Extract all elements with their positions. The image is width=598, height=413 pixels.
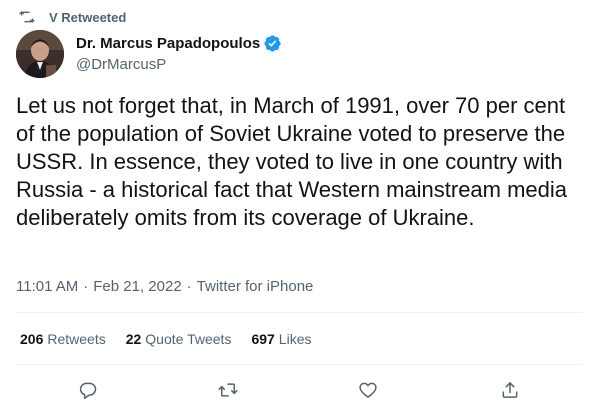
tweet-source[interactable]: Twitter for iPhone (197, 278, 314, 295)
author-display-name[interactable]: Dr. Marcus Papadopoulos (76, 35, 260, 52)
likes-label: Likes (278, 331, 312, 347)
share-icon (502, 382, 518, 398)
meta-separator: · (186, 278, 192, 295)
avatar[interactable] (16, 30, 64, 78)
meta-separator: · (83, 278, 89, 295)
retweet-button[interactable] (211, 375, 245, 405)
reply-button[interactable] (71, 375, 105, 405)
tweet-actions (0, 375, 598, 407)
retweet-banner[interactable]: V Retweeted (19, 8, 126, 26)
verified-badge-icon (264, 35, 281, 52)
tweet-text: Let us not forget that, in March of 1991… (16, 93, 568, 230)
heart-icon (359, 382, 377, 398)
retweets-stat[interactable]: 206 Retweets (20, 331, 106, 347)
author-handle[interactable]: @DrMarcusP (76, 56, 282, 73)
retweet-icon (218, 383, 238, 397)
likes-count: 697 (251, 331, 275, 347)
retweets-label: Retweets (47, 331, 106, 347)
divider (16, 312, 582, 313)
divider (16, 364, 582, 365)
tweet-stats: 206 Retweets 22 Quote Tweets 697 Likes (20, 331, 331, 347)
like-button[interactable] (351, 375, 385, 405)
retweet-icon (19, 11, 35, 23)
reply-icon (79, 382, 97, 400)
share-button[interactable] (493, 375, 527, 405)
quote-tweets-label: Quote Tweets (145, 331, 232, 347)
avatar-image (16, 30, 64, 78)
tweet-time[interactable]: 11:01 AM (16, 278, 78, 295)
tweet-author: Dr. Marcus Papadopoulos @DrMarcusP (16, 30, 282, 78)
retweets-count: 206 (20, 331, 44, 347)
quote-tweets-count: 22 (125, 331, 142, 347)
tweet-date[interactable]: Feb 21, 2022 (93, 278, 181, 295)
likes-stat[interactable]: 697 Likes (251, 331, 311, 347)
quote-tweets-stat[interactable]: 22 Quote Tweets (126, 331, 232, 347)
retweet-banner-text: V Retweeted (49, 9, 127, 25)
tweet-metadata: 11:01 AM · Feb 21, 2022 · Twitter for iP… (16, 278, 313, 295)
